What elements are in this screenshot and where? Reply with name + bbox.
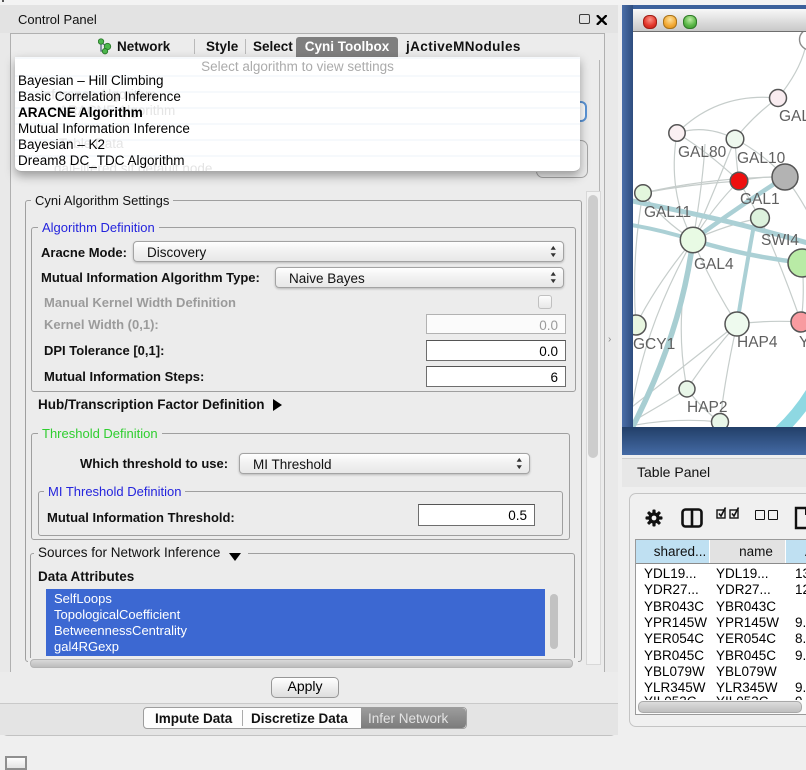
svg-text:GAL80: GAL80	[678, 144, 727, 161]
svg-text:HAP2: HAP2	[687, 399, 728, 416]
svg-text:GAL1: GAL1	[740, 191, 780, 208]
svg-text:GAL10: GAL10	[737, 150, 786, 167]
svg-text:GCY1: GCY1	[633, 336, 675, 353]
svg-text:GAL: GAL	[779, 108, 806, 125]
svg-text:SWI4: SWI4	[761, 232, 799, 249]
svg-text:HAP4: HAP4	[737, 334, 778, 351]
svg-text:GAL11: GAL11	[644, 204, 691, 221]
svg-text:GAL4: GAL4	[694, 256, 734, 273]
svg-text:Y: Y	[799, 334, 806, 351]
